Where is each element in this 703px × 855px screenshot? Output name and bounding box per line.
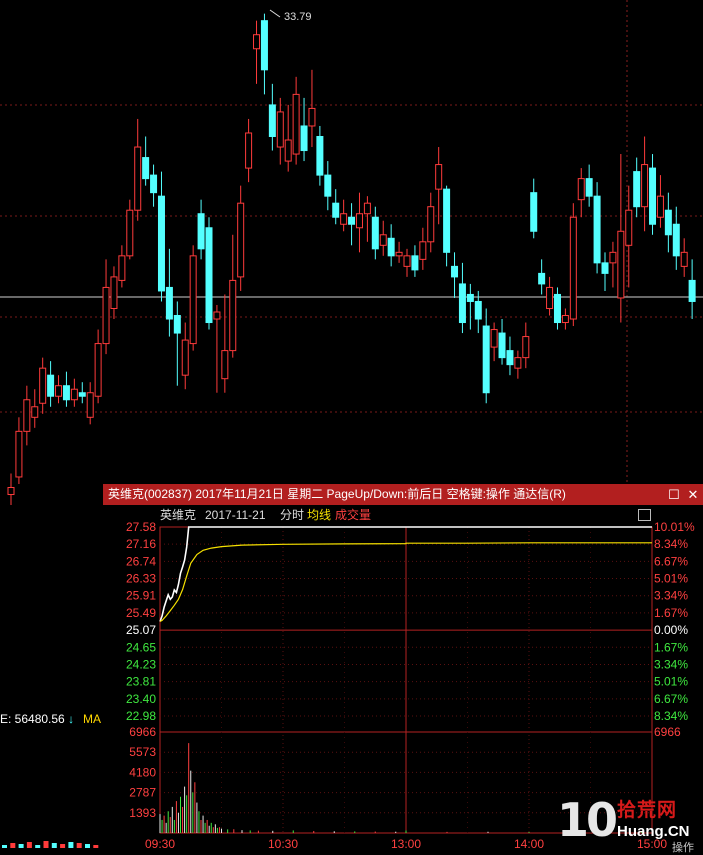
logo-number: 10 [557, 793, 618, 847]
price-tick-label: 22.98 [126, 709, 156, 723]
time-tick-label: 13:00 [391, 837, 421, 851]
volume-tick-label: 6966 [129, 725, 156, 739]
volume-tick-label: 5573 [129, 745, 156, 759]
price-tick-label: 26.74 [126, 554, 156, 568]
volume-tick-label: 1393 [129, 806, 156, 820]
price-tick-label: 24.23 [126, 657, 156, 671]
percent-tick-label: 6.67% [654, 692, 688, 706]
time-tick-label: 14:00 [514, 837, 544, 851]
percent-tick-label: 3.34% [654, 589, 688, 603]
price-tick-label: 24.65 [126, 640, 156, 654]
price-tick-label: 27.16 [126, 537, 156, 551]
price-tick-label: 26.33 [126, 572, 156, 586]
price-tick-label: 23.40 [126, 692, 156, 706]
percent-tick-label: 6.67% [654, 554, 688, 568]
percent-tick-label: 5.01% [654, 675, 688, 689]
percent-tick-label: 3.34% [654, 657, 688, 671]
percent-tick-label: 0.00% [654, 623, 688, 637]
percent-tick-label: 8.34% [654, 709, 688, 723]
price-tick-label: 25.91 [126, 589, 156, 603]
percent-tick-label: 5.01% [654, 572, 688, 586]
price-tick-label: 23.81 [126, 675, 156, 689]
operate-button[interactable]: 操作 [672, 839, 694, 855]
logo-text: 拾荒网 [617, 800, 678, 821]
percent-tick-label: 1.67% [654, 606, 688, 620]
time-tick-label: 09:30 [145, 837, 175, 851]
volume-tick-label: 4180 [129, 765, 156, 779]
percent-tick-label: 10.01% [654, 520, 695, 534]
percent-tick-label: 8.34% [654, 537, 688, 551]
percent-tick-label: 1.67% [654, 640, 688, 654]
volume-tick-label-right: 6966 [654, 725, 681, 739]
time-tick-label: 10:30 [268, 837, 298, 851]
price-tick-label: 25.49 [126, 606, 156, 620]
intraday-chart: 27.58 10.01% 27.16 8.34% 26.74 6.67% 26.33 5.01… [126, 520, 695, 851]
volume-tick-label: 2787 [129, 786, 156, 800]
price-tick-label: 25.07 [126, 623, 156, 637]
logo-domain: Huang.CN [617, 823, 690, 840]
price-tick-label: 27.58 [126, 520, 156, 534]
